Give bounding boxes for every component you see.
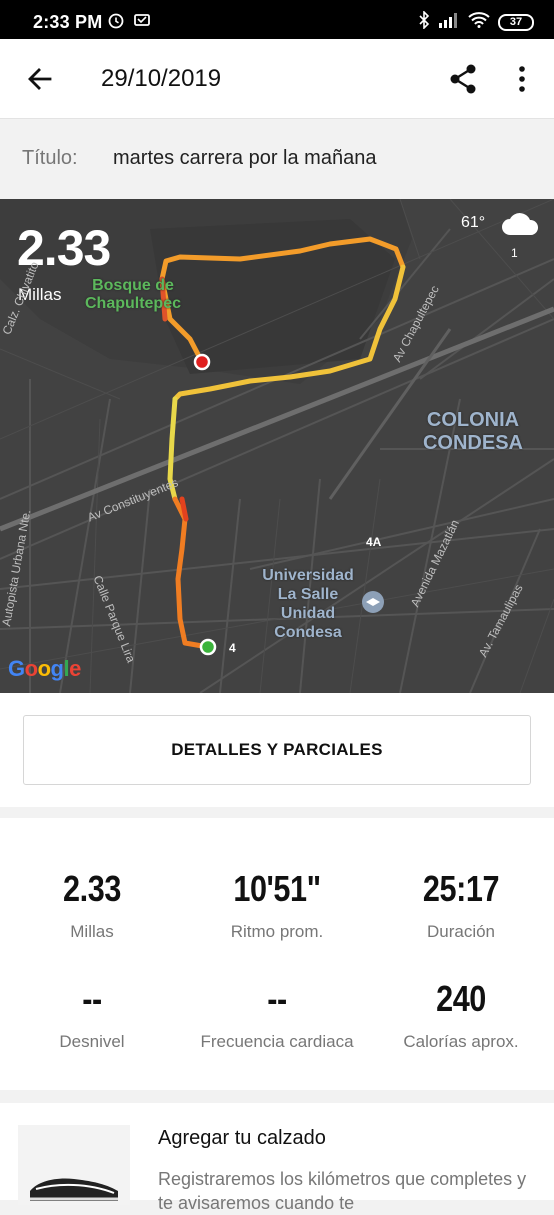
route-marker-label: 4 — [229, 641, 236, 655]
add-shoe-title: Agregar tu calzado — [158, 1127, 326, 1149]
share-icon — [446, 64, 482, 101]
stats-grid: 2.33 Millas 10'51" Ritmo prom. 25:17 Dur… — [0, 818, 554, 1090]
stat-value: -- — [267, 978, 287, 1019]
share-button[interactable] — [446, 61, 482, 97]
details-splits-button[interactable]: DETALLES Y PARCIALES — [23, 715, 531, 785]
stat-value: 240 — [436, 978, 486, 1019]
road-label-4a: 4A — [366, 535, 382, 549]
stat-label: Duración — [426, 922, 496, 941]
stat-value: 2.33 — [63, 868, 121, 909]
status-bar: 2:33 PM 37 — [0, 0, 554, 39]
stat-label: Frecuencia cardiaca — [200, 1032, 354, 1051]
activity-title-label: Título: — [22, 147, 78, 169]
stat-elevation: -- Desnivel — [0, 978, 184, 1052]
more-vert-icon — [508, 66, 536, 101]
wifi-icon — [468, 12, 490, 33]
battery-icon: 37 — [498, 14, 534, 31]
status-left-icons — [107, 11, 151, 34]
stat-calories: 240 Calorías aprox. — [369, 978, 553, 1052]
page-title: 29/10/2019 — [101, 65, 222, 92]
stat-pace: 10'51" Ritmo prom. — [185, 868, 369, 942]
app-bar: 29/10/2019 — [0, 39, 554, 119]
details-section: DETALLES Y PARCIALES — [0, 693, 554, 807]
map-temperature: 61° — [461, 214, 486, 231]
add-shoe-card[interactable]: Agregar tu calzado Registraremos los kil… — [0, 1103, 554, 1213]
add-shoe-description: Registraremos los kilómetros que complet… — [158, 1169, 527, 1213]
shoe-image — [18, 1125, 130, 1205]
stat-value: -- — [82, 978, 102, 1019]
stat-label: Millas — [70, 922, 114, 941]
status-right-icons: 37 — [418, 10, 534, 34]
bluetooth-icon — [418, 10, 430, 34]
map-label-colonia: COLONIA CONDESA — [422, 409, 523, 454]
map-weather-value: 1 — [511, 246, 518, 260]
signal-icon — [438, 12, 460, 33]
alarm-icon — [107, 11, 125, 34]
stat-label: Calorías aprox. — [403, 1032, 519, 1051]
stat-duration: 25:17 Duración — [369, 868, 553, 942]
activity-title-row[interactable]: Título: martes carrera por la mañana — [0, 119, 554, 199]
stat-distance: 2.33 Millas — [0, 868, 184, 942]
map-label-park: Bosque de Chapultepec — [84, 277, 181, 312]
stat-label: Ritmo prom. — [230, 922, 324, 941]
arrow-back-icon — [22, 68, 58, 101]
status-time: 2:33 PM — [33, 12, 103, 32]
activity-title-value[interactable]: martes carrera por la mañana — [113, 147, 376, 170]
stat-label: Desnivel — [59, 1032, 125, 1051]
google-logo: Google — [8, 656, 81, 681]
stat-heart-rate: -- Frecuencia cardiaca — [185, 978, 369, 1052]
route-map[interactable]: 2.33 Millas 61° 1 Bosque de Chapultepec … — [0, 199, 554, 693]
stat-value: 10'51" — [233, 868, 321, 909]
map-label-university: Universidad La Salle Unidad Condesa — [262, 567, 354, 641]
stat-value: 25:17 — [422, 868, 500, 909]
cast-icon — [133, 11, 151, 34]
more-options-button[interactable] — [508, 61, 536, 97]
back-button[interactable] — [22, 61, 58, 97]
